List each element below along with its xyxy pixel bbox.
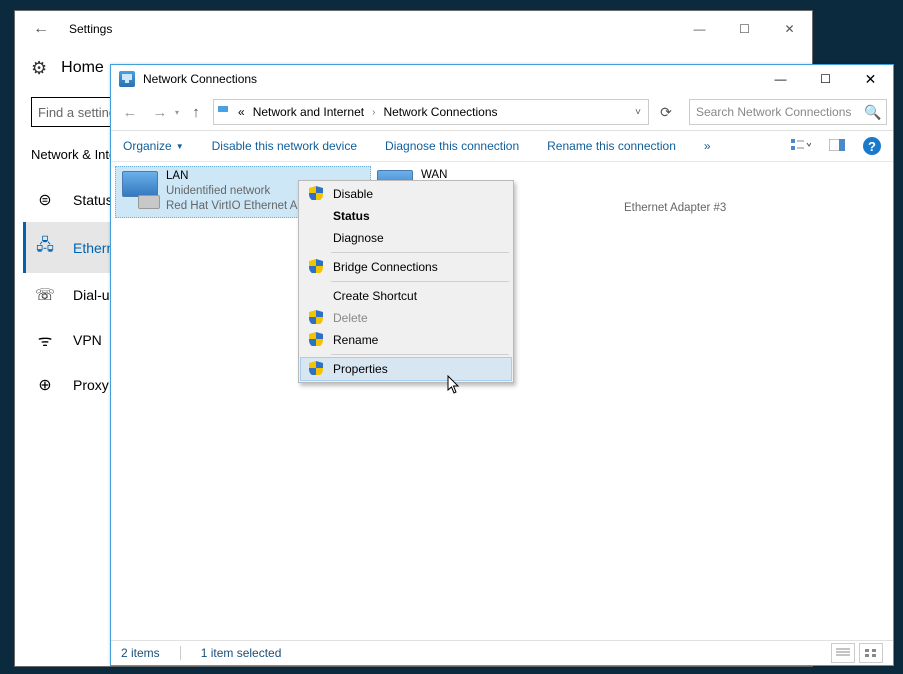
settings-section-title: Network & Internet	[31, 147, 119, 162]
view-icons-button[interactable]	[859, 643, 883, 663]
toolbar-right-group: ?	[791, 137, 881, 155]
breadcrumb-item[interactable]: Network and Internet	[251, 103, 366, 121]
cm-rename[interactable]: Rename	[301, 329, 511, 351]
toolbar-rename[interactable]: Rename this connection	[547, 139, 676, 153]
status-view-buttons	[831, 643, 883, 663]
cm-label: Disable	[333, 187, 373, 201]
cm-label: Status	[333, 209, 370, 223]
nav-forward-button: →	[147, 99, 173, 125]
toolbar-disable-device[interactable]: Disable this network device	[212, 139, 357, 153]
help-button[interactable]: ?	[863, 137, 881, 155]
shield-icon	[309, 361, 325, 377]
view-options-button[interactable]	[791, 138, 811, 155]
cm-diagnose[interactable]: Diagnose	[301, 227, 511, 249]
cm-separator	[331, 281, 509, 282]
cm-label: Create Shortcut	[333, 289, 417, 303]
close-button[interactable]: ✕	[767, 11, 812, 47]
status-separator	[180, 646, 181, 660]
toolbar-diagnose[interactable]: Diagnose this connection	[385, 139, 519, 153]
toolbar-label: Organize	[123, 139, 172, 153]
toolbar-overflow[interactable]: »	[704, 139, 711, 153]
nc-app-icon	[119, 71, 135, 87]
search-placeholder: Search Network Connections	[696, 105, 851, 119]
search-icon[interactable]: 🔍	[860, 104, 886, 121]
cm-delete: Delete	[301, 307, 511, 329]
nc-window-controls: — ☐ ✕	[758, 65, 893, 93]
back-icon[interactable]: ←	[33, 20, 57, 38]
shield-icon	[309, 259, 325, 275]
maximize-button[interactable]: ☐	[803, 65, 848, 93]
nav-label: VPN	[73, 332, 102, 348]
status-selection-count: 1 item selected	[201, 646, 282, 660]
cm-label: Rename	[333, 333, 378, 347]
cm-separator	[331, 354, 509, 355]
context-menu: Disable Status Diagnose Bridge Connectio…	[298, 180, 514, 383]
preview-pane-button[interactable]	[829, 139, 845, 154]
nav-label: Status	[73, 192, 113, 208]
cm-label: Properties	[333, 362, 388, 376]
cm-properties[interactable]: Properties	[300, 357, 512, 381]
vpn-icon: ᯤ	[35, 329, 55, 351]
close-button[interactable]: ✕	[848, 65, 893, 93]
settings-window-controls: — ☐ ✕	[677, 11, 812, 47]
settings-titlebar: ← Settings — ☐ ✕	[15, 11, 812, 47]
adapter-icon	[118, 169, 162, 209]
desktop: ← Settings — ☐ ✕ ⚙ Home Find a setting N…	[0, 0, 903, 674]
cm-bridge[interactable]: Bridge Connections	[301, 256, 511, 278]
breadcrumb-root[interactable]: «	[236, 103, 247, 121]
nav-history-dropdown[interactable]: ▾	[175, 108, 179, 117]
nav-label: Proxy	[73, 377, 109, 393]
address-bar[interactable]: « Network and Internet › Network Connect…	[213, 99, 649, 125]
view-details-button[interactable]	[831, 643, 855, 663]
proxy-icon: ⊕	[35, 375, 55, 395]
breadcrumb-item[interactable]: Network Connections	[381, 103, 499, 121]
cm-create-shortcut[interactable]: Create Shortcut	[301, 285, 511, 307]
nc-titlebar: Network Connections — ☐ ✕	[111, 65, 893, 94]
status-icon: ⊜	[35, 190, 55, 210]
addr-icon	[218, 105, 232, 119]
cm-disable[interactable]: Disable	[301, 183, 511, 205]
cm-status[interactable]: Status	[301, 205, 511, 227]
refresh-button[interactable]: ⟳	[653, 99, 679, 125]
cm-label: Bridge Connections	[333, 260, 438, 274]
shield-icon	[309, 186, 325, 202]
addr-dropdown-icon[interactable]: ˅	[628, 107, 648, 118]
dialup-icon: ☏	[35, 285, 55, 305]
gear-icon: ⚙	[31, 58, 47, 79]
nc-search-input[interactable]: Search Network Connections 🔍	[689, 99, 887, 125]
shield-icon	[309, 332, 325, 348]
nc-address-row: ← → ▾ ↑ « Network and Internet › Network…	[111, 94, 893, 131]
adapter-wan-sub-visible: Ethernet Adapter #3	[624, 202, 726, 214]
search-placeholder: Find a setting	[38, 105, 116, 120]
minimize-button[interactable]: —	[758, 65, 803, 93]
nav-up-button[interactable]: ↑	[183, 99, 209, 125]
breadcrumb-sep-icon: ›	[370, 107, 377, 118]
ethernet-icon: 🖧	[35, 234, 55, 261]
nav-back-button[interactable]: ←	[117, 99, 143, 125]
shield-icon	[309, 310, 325, 326]
nc-status-bar: 2 items 1 item selected	[111, 640, 893, 665]
cm-label: Delete	[333, 311, 368, 325]
minimize-button[interactable]: —	[677, 11, 722, 47]
cm-label: Diagnose	[333, 231, 384, 245]
status-item-count: 2 items	[121, 646, 160, 660]
maximize-button[interactable]: ☐	[722, 11, 767, 47]
chevron-down-icon: ▼	[176, 142, 184, 151]
cm-separator	[331, 252, 509, 253]
toolbar-organize[interactable]: Organize ▼	[123, 139, 184, 153]
home-label: Home	[61, 59, 104, 77]
nc-title: Network Connections	[143, 72, 257, 86]
nc-toolbar: Organize ▼ Disable this network device D…	[111, 131, 893, 162]
settings-title: Settings	[69, 22, 112, 36]
